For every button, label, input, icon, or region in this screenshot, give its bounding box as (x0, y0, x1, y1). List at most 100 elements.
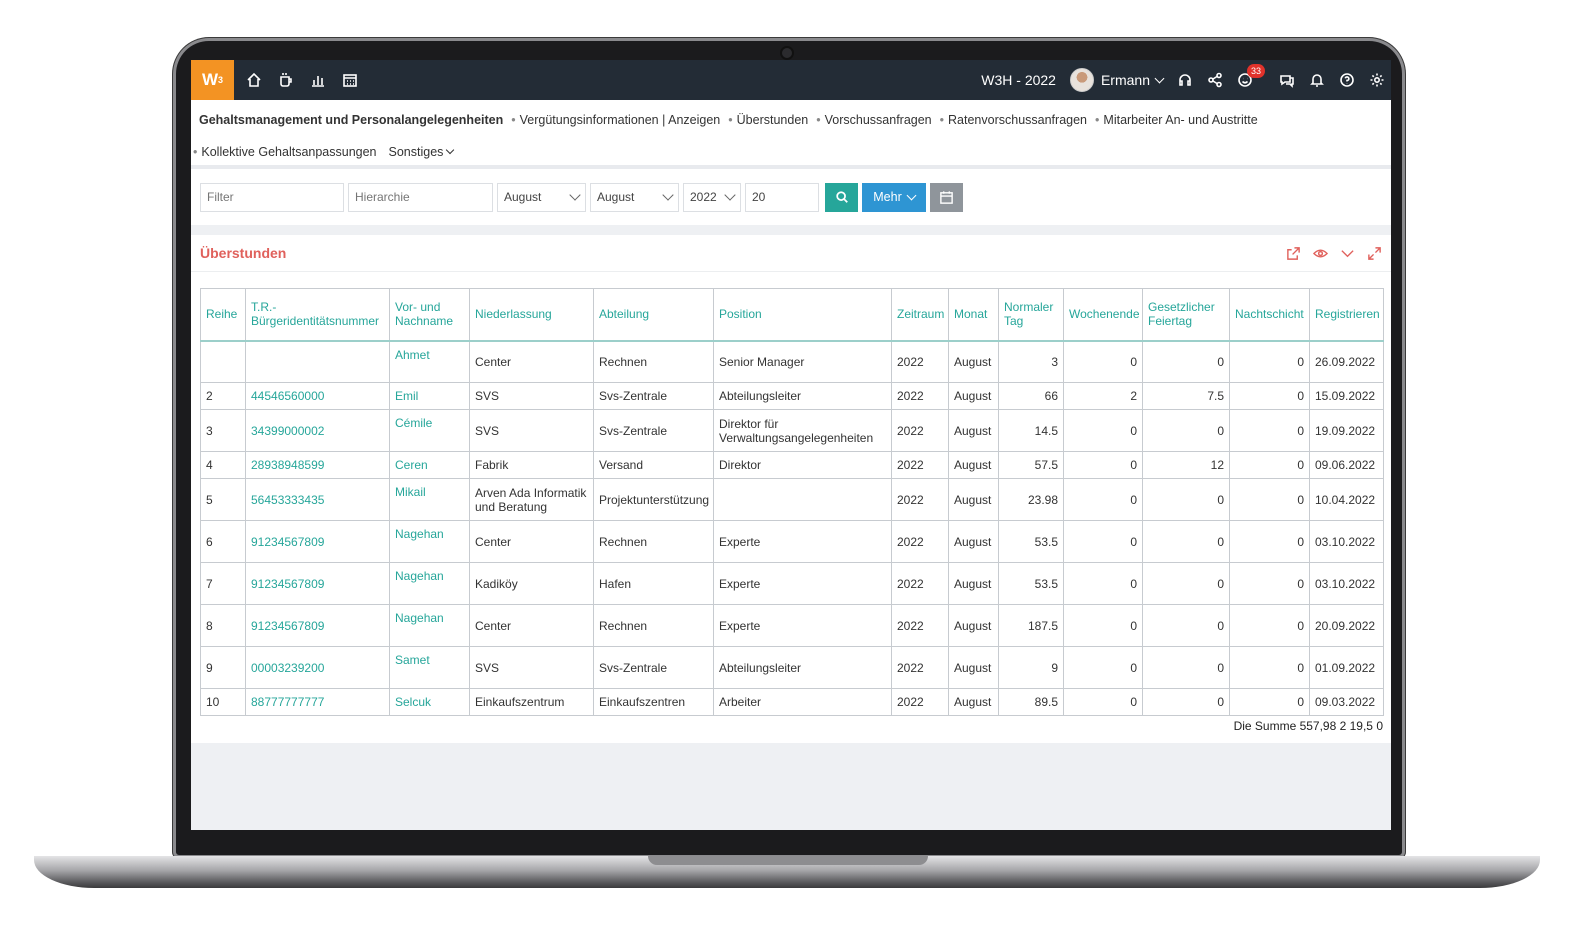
table-cell: 53.5 (998, 562, 1064, 605)
table-cell: 0 (1063, 688, 1143, 716)
hierarchy-input[interactable] (348, 182, 493, 212)
gear-icon[interactable] (1369, 72, 1385, 88)
table-cell[interactable]: Mikail (389, 478, 470, 521)
menu-item-gehaltsmanagement[interactable]: Gehaltsmanagement und Personalangelegenh… (199, 113, 503, 127)
calendar-grid-icon[interactable] (342, 72, 358, 88)
help-icon[interactable] (1339, 72, 1355, 88)
chat-icon[interactable] (1279, 72, 1295, 88)
column-header[interactable]: Normaler Tag (998, 288, 1064, 342)
table-row[interactable]: 9 00003239200 Samet SVS Svs-Zentrale Abteilun… (200, 646, 1384, 689)
table-row[interactable]: 6 91234567809 Nagehan Center Rechnen Experte 2… (200, 520, 1384, 563)
search-button[interactable] (825, 182, 858, 212)
table-cell[interactable]: 28938948599 (245, 451, 390, 479)
table-row[interactable]: 5 56453333435 Mikail Arven Ada Informatik u… (200, 478, 1384, 521)
menu-item-mitarbeiter[interactable]: Mitarbeiter An- und Austritte (1095, 113, 1257, 127)
avatar[interactable] (1069, 68, 1094, 92)
menu-item-kollektive[interactable]: Kollektive Gehaltsanpassungen (193, 145, 376, 159)
menu-item-verguetungsinformationen[interactable]: Vergütungsinformationen | Anzeigen (511, 113, 721, 127)
table-row[interactable]: 2 44546560000 Emil SVS Svs-Zentrale Abteilung… (200, 382, 1384, 410)
table-cell: 2022 (891, 478, 949, 521)
app-screen: W3 W3H - 2022 Ermann 33 Gehaltsmanagemen… (191, 60, 1391, 830)
column-header[interactable]: Nachtschicht (1229, 288, 1310, 342)
table-cell[interactable]: 91234567809 (245, 520, 390, 563)
table-cell: Hafen (593, 562, 714, 605)
headset-icon[interactable] (1177, 72, 1193, 88)
menu-item-sonstiges[interactable]: Sonstiges (389, 145, 455, 159)
table-cell[interactable]: 00003239200 (245, 646, 390, 689)
menu-item-vorschussanfragen[interactable]: Vorschussanfragen (816, 113, 932, 127)
page-size-input[interactable]: 20 (745, 182, 819, 212)
table-row[interactable]: 7 91234567809 Nagehan Kadiköy Hafen Experte 20… (200, 562, 1384, 605)
table-row[interactable]: 3 34399000002 Cémile SVS Svs-Zentrale Direkto… (200, 409, 1384, 452)
filter-input[interactable] (200, 182, 344, 212)
column-header[interactable]: Monat (948, 288, 999, 342)
table-cell[interactable]: Ahmet (389, 340, 470, 383)
table-cell: 0 (1229, 646, 1310, 689)
table-cell[interactable]: 44546560000 (245, 382, 390, 410)
column-header[interactable]: Zeitraum (891, 288, 949, 342)
table-cell: Abteilungsleiter (713, 646, 892, 689)
table-cell[interactable]: Selcuk (389, 688, 470, 716)
chevron-down-icon (724, 189, 736, 201)
table-cell: Arven Ada Informatik und Beratung (469, 478, 594, 521)
year-select[interactable]: 2022 (683, 182, 741, 212)
more-button[interactable]: Mehr (862, 182, 926, 212)
table-row[interactable]: 10 88777777777 Selcuk Einkaufszentrum Einkau… (200, 688, 1384, 716)
column-header[interactable]: Reihe (200, 288, 246, 342)
bell-icon[interactable] (1309, 72, 1325, 88)
table-cell[interactable]: Nagehan (389, 520, 470, 563)
column-header[interactable]: Position (713, 288, 892, 342)
table-cell[interactable]: 91234567809 (245, 604, 390, 647)
table-cell: 10.04.2022 (1309, 478, 1384, 521)
table-cell: Projektunterstützung (593, 478, 714, 521)
menu-item-ueberstunden[interactable]: Überstunden (728, 113, 809, 127)
table-cell[interactable]: Emil (389, 382, 470, 410)
table-cell[interactable]: 34399000002 (245, 409, 390, 452)
column-header[interactable]: Vor- und Nachname (389, 288, 470, 342)
table-cell: 2022 (891, 604, 949, 647)
table-row[interactable]: Ahmet Center Rechnen Senior Manager 2022 Augu… (200, 340, 1384, 383)
column-header[interactable]: Registrieren (1309, 288, 1384, 342)
export-icon[interactable] (1286, 246, 1301, 261)
calendar-button[interactable] (930, 182, 963, 212)
chevron-down-icon[interactable] (1340, 246, 1355, 261)
expand-icon[interactable] (1367, 246, 1382, 261)
table-cell[interactable] (245, 340, 390, 383)
table-cell: 7.5 (1142, 382, 1230, 410)
column-header[interactable]: Wochenende (1063, 288, 1143, 342)
smiley-icon[interactable]: 33 (1237, 64, 1266, 88)
table-cell: August (948, 520, 999, 563)
home-icon[interactable] (246, 72, 262, 88)
table-cell[interactable]: 88777777777 (245, 688, 390, 716)
table-cell: 23.98 (998, 478, 1064, 521)
table-row[interactable]: 8 91234567809 Nagehan Center Rechnen Experte 2… (200, 604, 1384, 647)
app-logo[interactable]: W3 (191, 60, 234, 100)
table-cell: 89.5 (998, 688, 1064, 716)
table-cell[interactable]: Samet (389, 646, 470, 689)
column-header[interactable]: Gesetzlicher Feiertag (1142, 288, 1230, 342)
coffee-icon[interactable] (278, 72, 294, 88)
table-cell: Center (469, 340, 594, 383)
column-header[interactable]: Abteilung (593, 288, 714, 342)
table-header-row: Reihe T.R.-Bürgeridentitätsnummer Vor- u… (200, 288, 1384, 342)
month-from-value: August (504, 190, 542, 204)
share-icon[interactable] (1207, 72, 1223, 88)
month-from-select[interactable]: August (497, 182, 586, 212)
eye-icon[interactable] (1313, 246, 1328, 261)
table-cell[interactable]: Ceren (389, 451, 470, 479)
table-cell[interactable]: Nagehan (389, 604, 470, 647)
table-cell[interactable]: 56453333435 (245, 478, 390, 521)
column-header[interactable]: Niederlassung (469, 288, 594, 342)
column-header[interactable]: T.R.-Bürgeridentitätsnummer (245, 288, 390, 342)
table-cell[interactable]: Cémile (389, 409, 470, 452)
user-menu[interactable]: Ermann (1101, 72, 1150, 88)
chevron-down-icon[interactable] (1154, 73, 1165, 83)
table-cell: August (948, 409, 999, 452)
table-row[interactable]: 4 28938948599 Ceren Fabrik Versand Direktor 20… (200, 451, 1384, 479)
table-cell[interactable]: 91234567809 (245, 562, 390, 605)
table-cell: 3 (998, 340, 1064, 383)
menu-item-ratenvorschussanfragen[interactable]: Ratenvorschussanfragen (940, 113, 1087, 127)
month-to-select[interactable]: August (590, 182, 679, 212)
bar-chart-icon[interactable] (310, 72, 326, 88)
table-cell[interactable]: Nagehan (389, 562, 470, 605)
